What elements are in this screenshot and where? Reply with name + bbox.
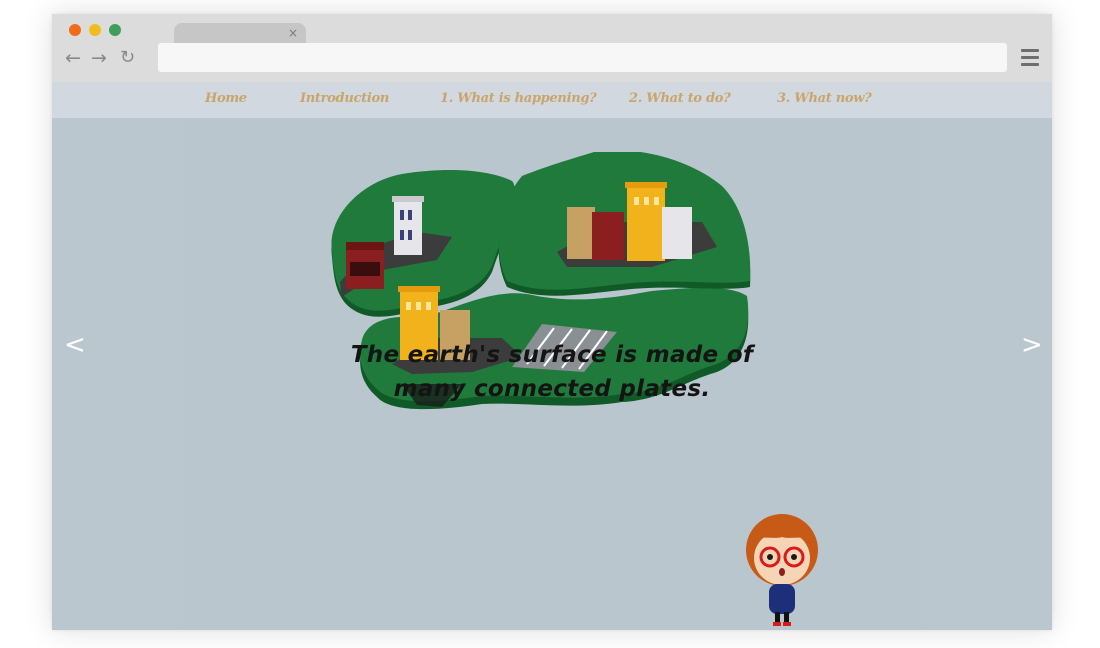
close-window-button[interactable]: [69, 24, 81, 36]
nav-link-home[interactable]: Home: [205, 91, 247, 106]
tab-close-icon[interactable]: ×: [288, 24, 298, 42]
caption-line-1: The earth's surface is made of: [350, 342, 754, 368]
nav-link-what-now[interactable]: 3. What now?: [777, 91, 872, 106]
character-sweater: [769, 584, 795, 614]
previous-slide-button[interactable]: <: [64, 330, 86, 360]
slide-caption: The earth's surface is made of many conn…: [252, 338, 852, 406]
slide-left-margin: [52, 118, 183, 630]
slide-right-margin: [921, 118, 1052, 630]
browser-chrome: × ← → ↻: [52, 14, 1052, 82]
right-city-building-tan: [567, 207, 595, 259]
cartoon-girl-character: [746, 514, 818, 626]
nav-link-what-is-happening[interactable]: 1. What is happening?: [440, 91, 597, 106]
maximize-window-button[interactable]: [109, 24, 121, 36]
right-city-building-red: [592, 212, 624, 260]
right-plate-top: [498, 152, 751, 290]
caption-line-2: many connected plates.: [393, 376, 711, 402]
left-city-building-white: [394, 200, 422, 255]
right-city-building-white: [662, 207, 692, 259]
browser-window: × ← → ↻ Home Introduction 1. What is hap…: [52, 14, 1052, 630]
site-navigation: Home Introduction 1. What is happening? …: [52, 82, 1052, 118]
hamburger-menu-icon[interactable]: [1021, 49, 1039, 67]
nav-link-what-to-do[interactable]: 2. What to do?: [629, 91, 731, 106]
back-icon[interactable]: ←: [65, 48, 81, 68]
forward-icon[interactable]: →: [91, 48, 107, 68]
reload-icon[interactable]: ↻: [120, 48, 135, 68]
minimize-window-button[interactable]: [89, 24, 101, 36]
address-bar[interactable]: [158, 43, 1007, 72]
nav-link-introduction[interactable]: Introduction: [300, 91, 389, 106]
next-slide-button[interactable]: >: [1021, 330, 1043, 360]
browser-tab[interactable]: ×: [174, 23, 306, 43]
